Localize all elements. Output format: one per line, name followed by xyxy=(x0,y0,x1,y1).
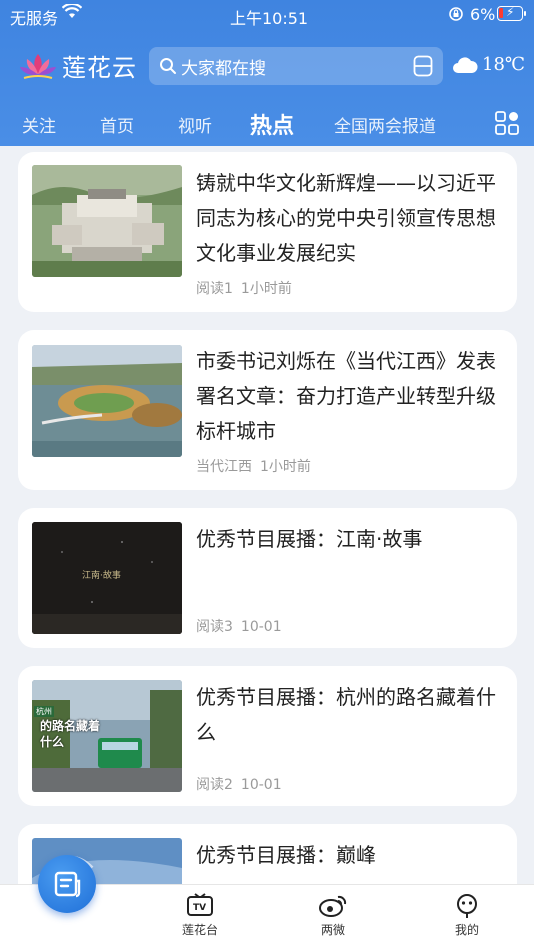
tab-follow[interactable]: 关注 xyxy=(22,112,56,137)
channel-grid-icon[interactable] xyxy=(495,111,519,135)
app-header: 无服务 上午10:51 6% ⚡ 莲花云 大家都在搜 18℃ 关注 首页 视听 … xyxy=(0,0,534,146)
news-feed: 铸就中华文化新辉煌——以习近平同志为核心的党中央引领宣传思想文化事业发展纪实 阅… xyxy=(0,146,534,886)
wifi-icon xyxy=(62,4,82,18)
channel-tabs: 关注 首页 视听 热点 全国两会报道 xyxy=(0,100,534,146)
news-time: 10-01 xyxy=(240,777,282,793)
news-title: 优秀节目展播：杭州的路名藏着什么 xyxy=(196,685,496,744)
tab-two-sessions[interactable]: 全国两会报道 xyxy=(334,112,436,137)
weibo-icon xyxy=(319,895,347,917)
news-card[interactable]: 市委书记刘烁在《当代江西》发表署名文章：奋力打造产业转型升级标杆城市 当代江西 1… xyxy=(18,330,517,490)
news-time: 1小时前 xyxy=(260,459,311,475)
news-thumbnail: 杭州 的路名藏着什么 xyxy=(32,680,182,792)
news-title: 铸就中华文化新辉煌——以习近平同志为核心的党中央引领宣传思想文化事业发展纪实 xyxy=(196,171,496,265)
news-source: 阅读1 xyxy=(196,281,233,297)
nav-liangwei[interactable]: 两微 xyxy=(298,893,368,938)
tab-audiovisual[interactable]: 视听 xyxy=(178,112,212,137)
news-card[interactable]: 铸就中华文化新辉煌——以习近平同志为核心的党中央引领宣传思想文化事业发展纪实 阅… xyxy=(18,152,517,312)
tab-home[interactable]: 首页 xyxy=(100,112,134,137)
news-title: 优秀节目展播：巅峰 xyxy=(196,843,376,867)
clock: 上午10:51 xyxy=(230,9,309,28)
profile-icon xyxy=(457,894,477,918)
svg-text:TV: TV xyxy=(193,903,206,913)
scan-icon[interactable] xyxy=(413,55,433,77)
news-source: 阅读3 xyxy=(196,619,233,635)
news-source: 阅读2 xyxy=(196,777,233,793)
nav-label: 莲花台 xyxy=(181,923,218,937)
news-icon xyxy=(54,871,81,898)
weather-widget[interactable]: 18℃ xyxy=(452,54,525,75)
carrier-label: 无服务 xyxy=(10,9,59,28)
thumbnail-caption: 的路名藏着什么 xyxy=(40,719,101,749)
search-icon xyxy=(160,58,176,74)
nav-label: 两微 xyxy=(320,923,345,937)
search-bar[interactable]: 大家都在搜 xyxy=(149,47,443,85)
nav-label: 我的 xyxy=(454,923,479,937)
tv-icon: TV xyxy=(187,893,213,916)
nav-mine[interactable]: 我的 xyxy=(432,893,502,938)
news-source: 当代江西 xyxy=(196,459,252,475)
news-meta: 阅读3 10-01 xyxy=(196,616,282,636)
search-placeholder: 大家都在搜 xyxy=(181,58,266,79)
thumbnail-caption: 江南·故事 xyxy=(82,571,121,581)
news-meta: 当代江西 1小时前 xyxy=(196,456,311,476)
news-card[interactable]: 江南·故事 优秀节目展播：江南·故事 阅读3 10-01 xyxy=(18,508,517,648)
news-meta: 阅读2 10-01 xyxy=(196,774,282,794)
nav-lianhuatai[interactable]: TV 莲花台 xyxy=(165,893,235,938)
news-time: 10-01 xyxy=(240,619,282,635)
battery-icon: ⚡ xyxy=(497,5,526,21)
status-bar: 无服务 上午10:51 6% ⚡ xyxy=(0,0,534,30)
news-thumbnail xyxy=(32,165,182,277)
thumbnail-badge: 杭州 xyxy=(34,706,54,717)
news-home-button[interactable] xyxy=(38,855,96,913)
tab-hot[interactable]: 热点 xyxy=(250,108,294,140)
news-meta: 阅读1 1小时前 xyxy=(196,278,292,298)
app-name: 莲花云 xyxy=(62,54,137,82)
temperature: 18℃ xyxy=(482,54,526,75)
lotus-logo-icon xyxy=(20,53,56,79)
news-title: 优秀节目展播：江南·故事 xyxy=(196,527,423,551)
cloud-icon xyxy=(453,56,478,73)
news-card[interactable]: 杭州 的路名藏着什么 优秀节目展播：杭州的路名藏着什么 阅读2 10-01 xyxy=(18,666,517,806)
news-title: 市委书记刘烁在《当代江西》发表署名文章：奋力打造产业转型升级标杆城市 xyxy=(196,349,496,443)
battery-percent: 6% xyxy=(470,5,496,24)
news-thumbnail: 江南·故事 xyxy=(32,522,182,634)
app-logo: 莲花云 xyxy=(18,48,137,83)
news-thumbnail xyxy=(32,345,182,457)
orientation-lock-icon xyxy=(449,7,463,21)
news-time: 1小时前 xyxy=(240,281,292,297)
